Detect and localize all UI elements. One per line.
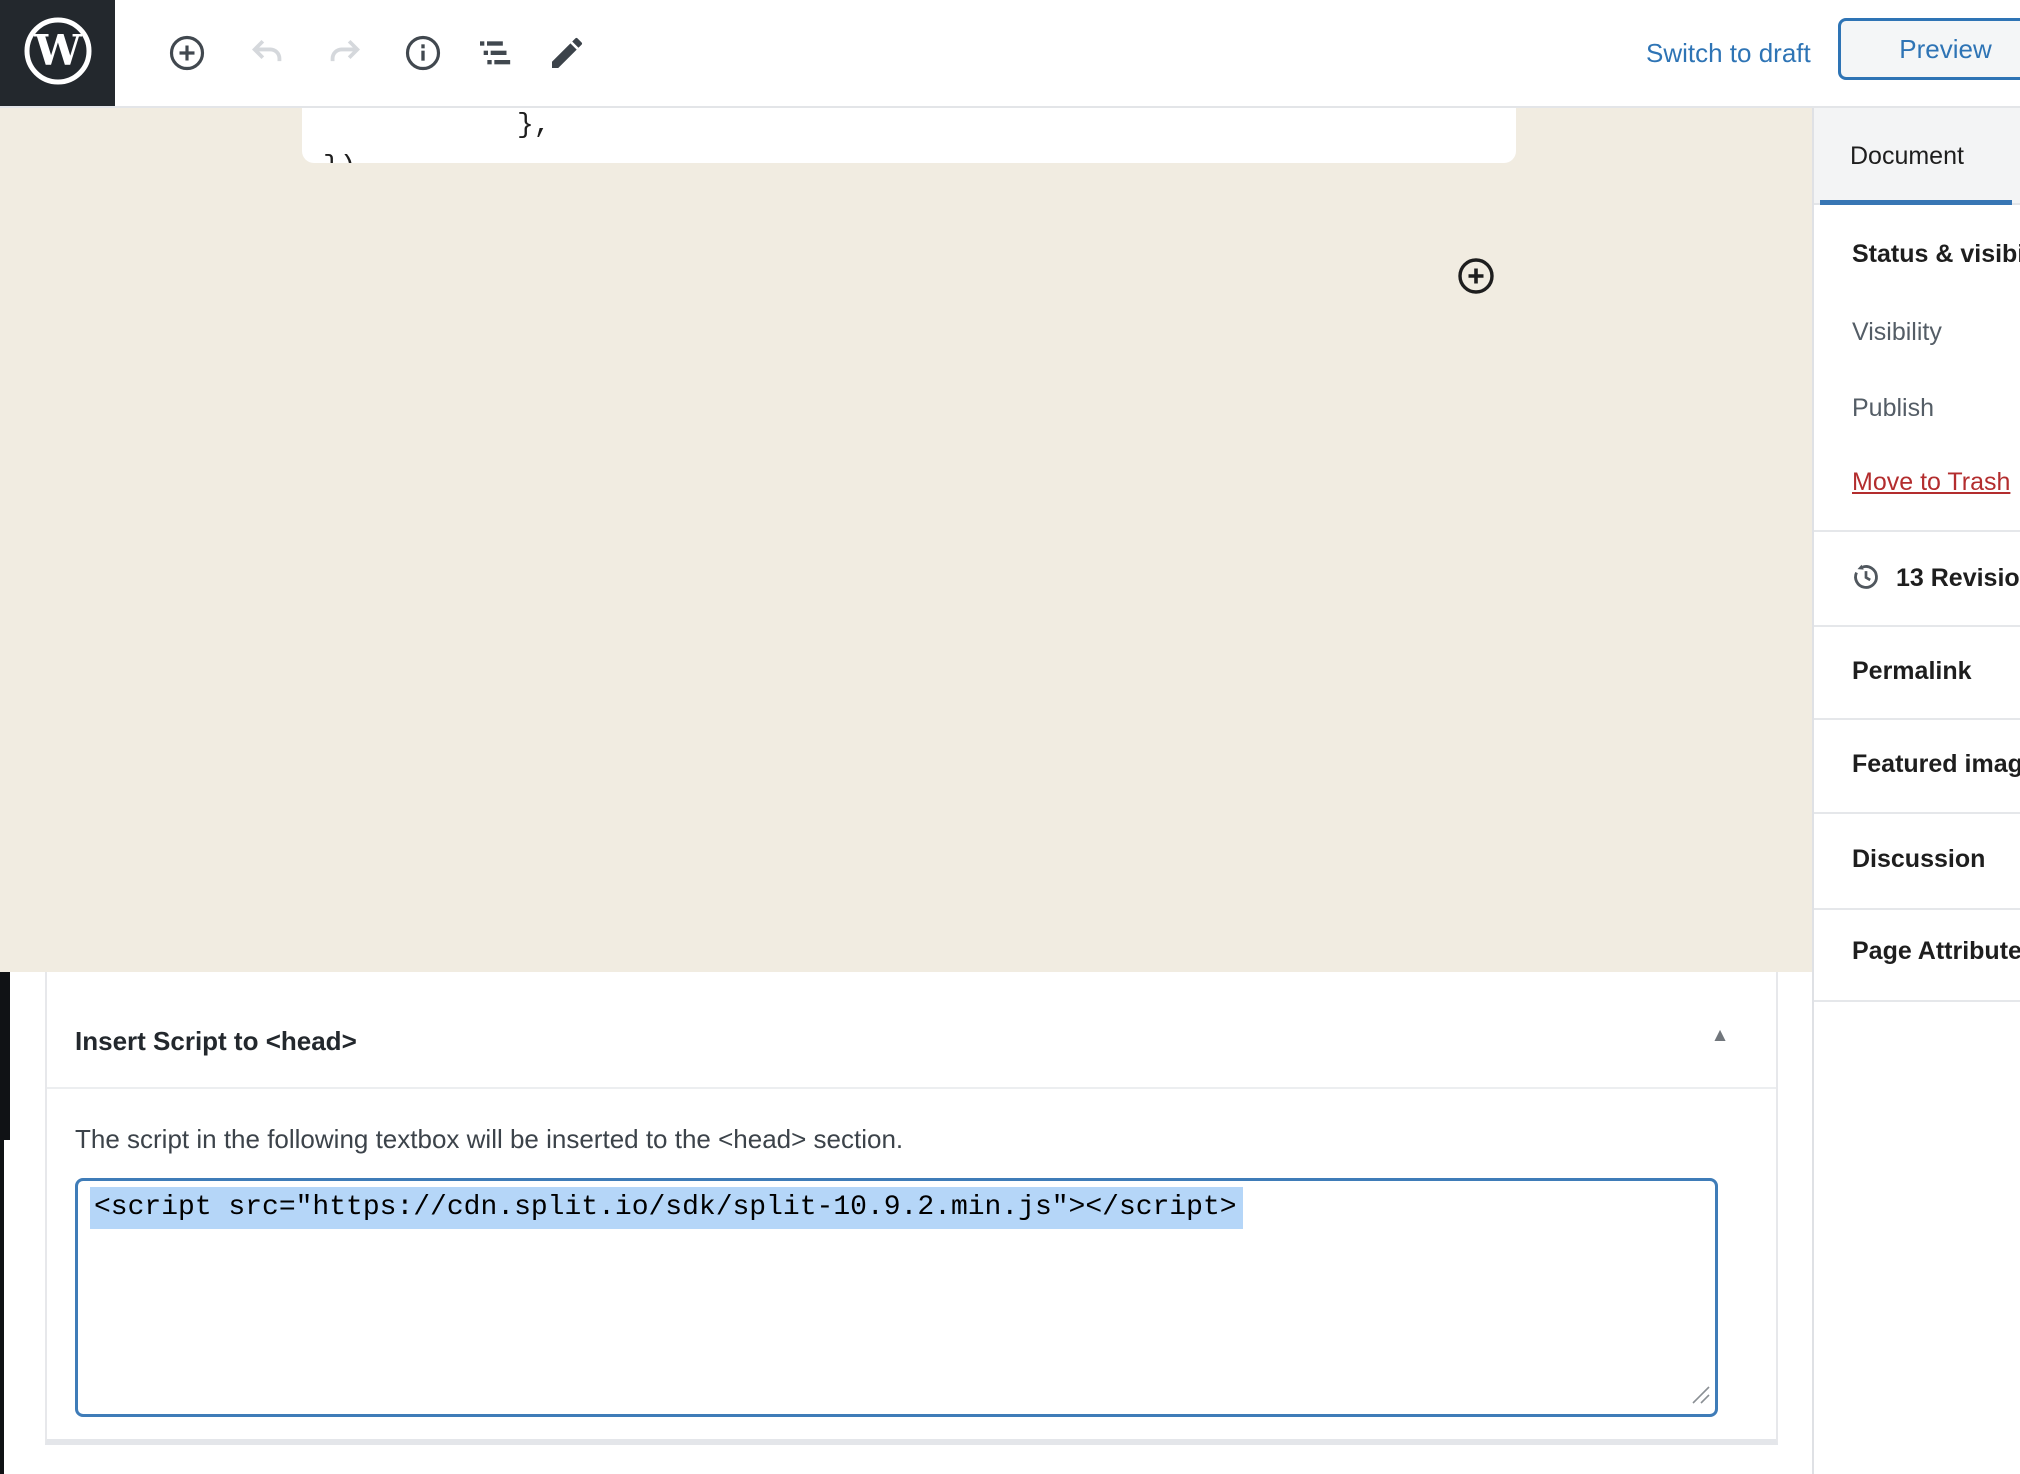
- sidebar-tab-bar: Document: [1814, 108, 2020, 205]
- row-publish-label: Publish: [1852, 394, 1934, 423]
- switch-to-draft-link[interactable]: Switch to draft: [1646, 0, 1811, 106]
- panel-divider: [1814, 812, 2020, 814]
- code-text-line: }): [323, 152, 357, 163]
- panel-divider: [1814, 1000, 2020, 1002]
- panel-featured-image-title[interactable]: Featured image: [1852, 750, 2020, 779]
- undo-button[interactable]: [246, 32, 288, 74]
- wordpress-logo-icon: W: [22, 15, 94, 92]
- metabox-title: Insert Script to <head>: [75, 1026, 357, 1057]
- panel-permalink-title[interactable]: Permalink: [1852, 657, 1972, 686]
- panel-divider: [1814, 908, 2020, 910]
- revisions-label: 13 Revisions: [1896, 564, 2020, 593]
- redo-icon: [325, 33, 365, 73]
- tab-document[interactable]: Document: [1850, 108, 1964, 205]
- info-icon: [403, 33, 443, 73]
- panel-divider: [1814, 625, 2020, 627]
- script-text-selected: <script src="https://cdn.split.io/sdk/sp…: [90, 1187, 1243, 1229]
- metabox-insert-head: Insert Script to <head> ▲ The script in …: [45, 972, 1778, 1445]
- row-visibility-label: Visibility: [1852, 318, 1942, 347]
- plus-circle-icon: [1457, 283, 1495, 298]
- metabox-description: The script in the following textbox will…: [75, 1124, 903, 1155]
- metabox-header[interactable]: Insert Script to <head> ▲: [47, 972, 1776, 1089]
- editor-top-bar: W: [0, 0, 2020, 108]
- preview-button[interactable]: Preview: [1838, 18, 2020, 80]
- redo-button[interactable]: [324, 32, 366, 74]
- collapse-toggle-button[interactable]: ▲: [1700, 1016, 1740, 1056]
- block-navigation-button[interactable]: [474, 32, 516, 74]
- block-inserter-button[interactable]: [1457, 257, 1495, 295]
- content-structure-button[interactable]: [402, 32, 444, 74]
- admin-menu-strip: [0, 1140, 4, 1474]
- script-textarea[interactable]: <script src="https://cdn.split.io/sdk/sp…: [75, 1178, 1718, 1417]
- wordpress-menu-button[interactable]: W: [0, 0, 115, 106]
- settings-sidebar: Document Status & visibility Visibility …: [1812, 108, 2020, 1474]
- script-text: <script src="https://cdn.split.io/sdk/sp…: [90, 1192, 1243, 1223]
- history-icon: [1850, 561, 1882, 596]
- code-block[interactable]: }, }): [302, 108, 1516, 163]
- panel-discussion-title[interactable]: Discussion: [1852, 845, 1985, 874]
- panel-divider: [1814, 718, 2020, 720]
- panel-page-attributes-title[interactable]: Page Attributes: [1852, 937, 2020, 966]
- edit-mode-button[interactable]: [546, 32, 588, 74]
- metabox-area: Insert Script to <head> ▲ The script in …: [0, 972, 1812, 1474]
- collapse-arrow-icon: ▲: [1711, 1025, 1730, 1046]
- editor-canvas: }, }): [0, 108, 1812, 972]
- svg-text:W: W: [33, 26, 82, 75]
- panel-divider: [1814, 530, 2020, 532]
- resize-handle[interactable]: [1690, 1384, 1710, 1409]
- code-text-line: },: [517, 110, 551, 141]
- add-block-button[interactable]: [166, 32, 208, 74]
- undo-icon: [247, 33, 287, 73]
- wordpress-editor-screen: W: [0, 0, 2020, 1474]
- list-view-icon: [475, 33, 515, 73]
- plus-circle-icon: [167, 33, 207, 73]
- revisions-button[interactable]: 13 Revisions: [1850, 556, 2020, 600]
- admin-menu-strip: [0, 972, 10, 1140]
- move-to-trash-link[interactable]: Move to Trash: [1852, 468, 2010, 497]
- pencil-icon: [547, 33, 587, 73]
- panel-status-visibility-title[interactable]: Status & visibility: [1852, 240, 2020, 269]
- active-tab-underline: [1820, 200, 2012, 205]
